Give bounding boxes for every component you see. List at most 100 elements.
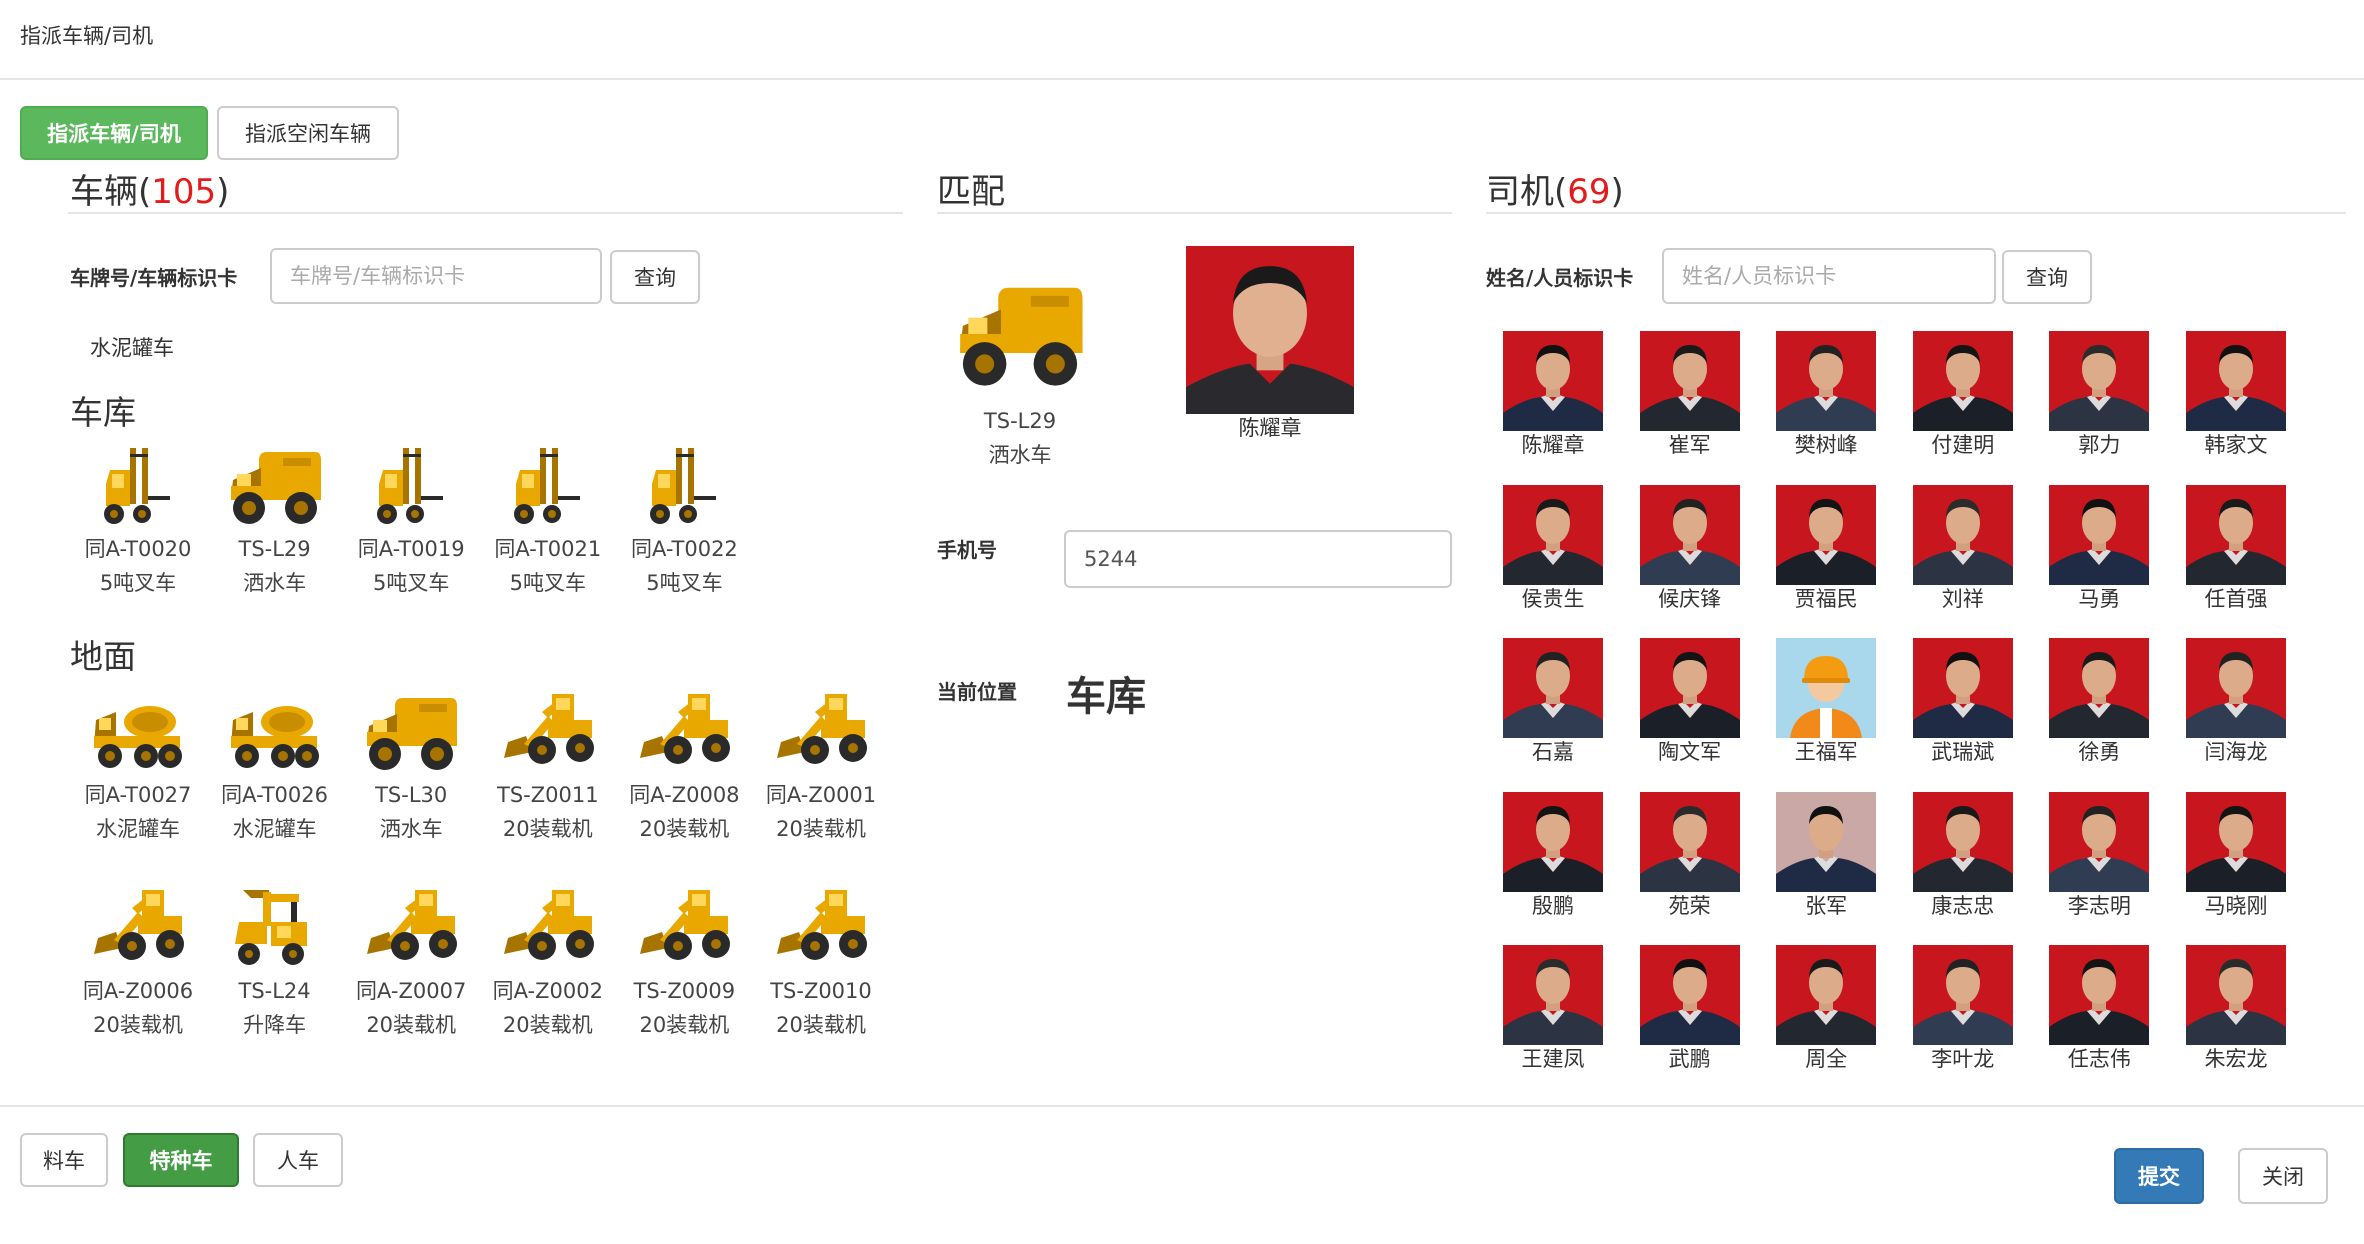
phone-input[interactable] bbox=[1064, 530, 1452, 588]
driver-photo bbox=[1639, 945, 1740, 1045]
driver-item[interactable]: 石嘉 bbox=[1493, 638, 1613, 767]
driver-item[interactable]: 候庆锋 bbox=[1630, 484, 1750, 614]
vehicle-item[interactable]: TS-L30 洒水车 bbox=[343, 686, 479, 846]
driver-item[interactable]: 郭力 bbox=[2039, 331, 2159, 460]
vehicle-type: 20装载机 bbox=[639, 817, 730, 841]
vehicle-search-input[interactable] bbox=[270, 248, 602, 304]
vehicle-type: 洒水车 bbox=[243, 571, 307, 595]
tab-assign-vehicle-driver[interactable]: 指派车辆/司机 bbox=[20, 106, 208, 160]
vehicle-type: 5吨叉车 bbox=[646, 571, 723, 595]
modal-title: 指派车辆/司机 bbox=[20, 24, 154, 48]
vehicle-type: 20装载机 bbox=[776, 1013, 866, 1037]
driver-photo bbox=[1639, 331, 1740, 431]
vehicle-item[interactable]: 同A-Z0006 20装载机 bbox=[70, 882, 206, 1042]
vehicle-item[interactable]: 同A-Z0001 20装载机 bbox=[753, 686, 889, 846]
vehicle-item[interactable]: 同A-T0019 5吨叉车 bbox=[343, 440, 479, 600]
matched-driver[interactable]: 陈耀章 bbox=[1186, 246, 1354, 443]
driver-item[interactable]: 任首强 bbox=[2176, 484, 2296, 614]
driver-name: 任志伟 bbox=[2067, 1047, 2131, 1071]
driver-item[interactable]: 徐勇 bbox=[2039, 638, 2159, 767]
driver-photo bbox=[1503, 638, 1603, 738]
driver-item[interactable]: 樊树峰 bbox=[1766, 331, 1886, 460]
close-button[interactable]: 关闭 bbox=[2238, 1148, 2328, 1204]
driver-search-button[interactable]: 查询 bbox=[2002, 250, 2092, 304]
driver-item[interactable]: 任志伟 bbox=[2039, 945, 2159, 1074]
driver-name: 苑荣 bbox=[1668, 893, 1711, 918]
driver-photo bbox=[1776, 484, 1877, 585]
driver-item[interactable]: 韩家文 bbox=[2176, 331, 2296, 460]
driver-item[interactable]: 康志忠 bbox=[1903, 791, 2023, 921]
vehicle-item[interactable]: TS-Z0010 20装载机 bbox=[753, 882, 889, 1042]
vehicle-item[interactable]: TS-Z0009 20装载机 bbox=[616, 882, 752, 1042]
vehicle-id: 同A-T0020 bbox=[84, 537, 192, 561]
vehicle-type: 5吨叉车 bbox=[509, 571, 586, 595]
driver-item[interactable]: 殷鹏 bbox=[1493, 791, 1613, 921]
matched-vehicle[interactable]: TS-L29 洒水车 bbox=[952, 264, 1088, 472]
driver-item[interactable]: 武瑞斌 bbox=[1903, 638, 2023, 767]
vehicle-item[interactable]: 同A-T0026 水泥罐车 bbox=[207, 686, 343, 846]
vehicle-item[interactable]: 同A-Z0008 20装载机 bbox=[616, 686, 752, 846]
driver-item[interactable]: 陈耀章 bbox=[1493, 331, 1613, 460]
category-special-button[interactable]: 特种车 bbox=[123, 1133, 239, 1187]
driver-item[interactable]: 崔军 bbox=[1630, 331, 1750, 460]
driver-item[interactable]: 张军 bbox=[1766, 791, 1886, 921]
driver-item[interactable]: 付建明 bbox=[1903, 331, 2023, 460]
vehicle-type: 水泥罐车 bbox=[232, 817, 317, 841]
driver-item[interactable]: 武鹏 bbox=[1630, 945, 1750, 1074]
driver-name: 陈耀章 bbox=[1521, 433, 1585, 457]
vehicle-item[interactable]: 同A-T0020 5吨叉车 bbox=[70, 440, 206, 600]
vehicle-item[interactable]: 同A-T0022 5吨叉车 bbox=[616, 440, 752, 600]
vehicle-type-filter[interactable]: 水泥罐车 bbox=[90, 332, 174, 362]
vehicle-item[interactable]: TS-Z0011 20装载机 bbox=[480, 686, 616, 846]
loader-icon bbox=[503, 890, 594, 960]
vehicle-item[interactable]: TS-L24 升降车 bbox=[207, 882, 343, 1042]
driver-item[interactable]: 李叶龙 bbox=[1903, 945, 2023, 1074]
vehicle-search-button[interactable]: 查询 bbox=[610, 250, 700, 304]
driver-item[interactable]: 周全 bbox=[1766, 945, 1886, 1074]
location-label: 当前位置 bbox=[937, 680, 1017, 704]
driver-name: 任首强 bbox=[2204, 586, 2268, 611]
vehicle-item[interactable]: 同A-Z0007 20装载机 bbox=[343, 882, 479, 1042]
driver-name: 王建凤 bbox=[1521, 1047, 1585, 1071]
driver-item[interactable]: 侯贵生 bbox=[1493, 484, 1613, 614]
category-people-button[interactable]: 人车 bbox=[253, 1133, 343, 1187]
driver-item[interactable]: 刘祥 bbox=[1903, 484, 2023, 614]
driver-item[interactable]: 贾福民 bbox=[1766, 484, 1886, 614]
driver-item[interactable]: 朱宏龙 bbox=[2176, 945, 2296, 1074]
driver-item[interactable]: 李志明 bbox=[2039, 791, 2159, 921]
driver-item[interactable]: 陶文军 bbox=[1630, 638, 1750, 767]
tab-assign-idle-vehicle[interactable]: 指派空闲车辆 bbox=[217, 106, 399, 160]
vehicle-id: 同A-Z0007 bbox=[356, 979, 467, 1003]
driver-item[interactable]: 王建凤 bbox=[1493, 945, 1613, 1074]
forklift-icon bbox=[104, 448, 170, 524]
driver-photo bbox=[1776, 945, 1877, 1045]
driver-name: 王福军 bbox=[1794, 740, 1858, 764]
loader-icon bbox=[94, 890, 184, 960]
vehicle-type: 20装载机 bbox=[93, 1013, 183, 1037]
vehicle-id: TS-L29 bbox=[238, 537, 311, 561]
vehicle-item[interactable]: TS-L29 洒水车 bbox=[207, 440, 343, 600]
phone-label: 手机号 bbox=[937, 538, 997, 562]
vehicle-type: 洒水车 bbox=[379, 817, 443, 841]
vehicle-item[interactable]: 同A-Z0002 20装载机 bbox=[480, 882, 616, 1042]
loader-icon bbox=[777, 890, 867, 960]
vehicle-item[interactable]: 同A-T0027 水泥罐车 bbox=[70, 686, 206, 846]
category-material-button[interactable]: 料车 bbox=[20, 1133, 108, 1187]
vehicle-type: 5吨叉车 bbox=[373, 571, 450, 595]
driver-item[interactable]: 马晓刚 bbox=[2176, 791, 2296, 921]
driver-item[interactable]: 苑荣 bbox=[1630, 791, 1750, 921]
water-truck-icon bbox=[230, 452, 321, 524]
vehicle-item[interactable]: 同A-T0021 5吨叉车 bbox=[480, 440, 616, 600]
submit-button[interactable]: 提交 bbox=[2114, 1148, 2204, 1204]
driver-name: 闫海龙 bbox=[2204, 740, 2268, 764]
driver-name: 武鹏 bbox=[1668, 1047, 1711, 1071]
water-truck-icon bbox=[367, 698, 458, 770]
driver-name: 付建明 bbox=[1931, 433, 1995, 457]
driver-photo bbox=[2049, 484, 2150, 585]
driver-item[interactable]: 闫海龙 bbox=[2176, 638, 2296, 767]
driver-item[interactable]: 马勇 bbox=[2039, 484, 2159, 614]
driver-search-input[interactable] bbox=[1662, 248, 1996, 304]
driver-photo bbox=[1503, 945, 1603, 1045]
driver-item[interactable]: 王福军 bbox=[1766, 638, 1886, 767]
driver-photo bbox=[1776, 791, 1877, 892]
